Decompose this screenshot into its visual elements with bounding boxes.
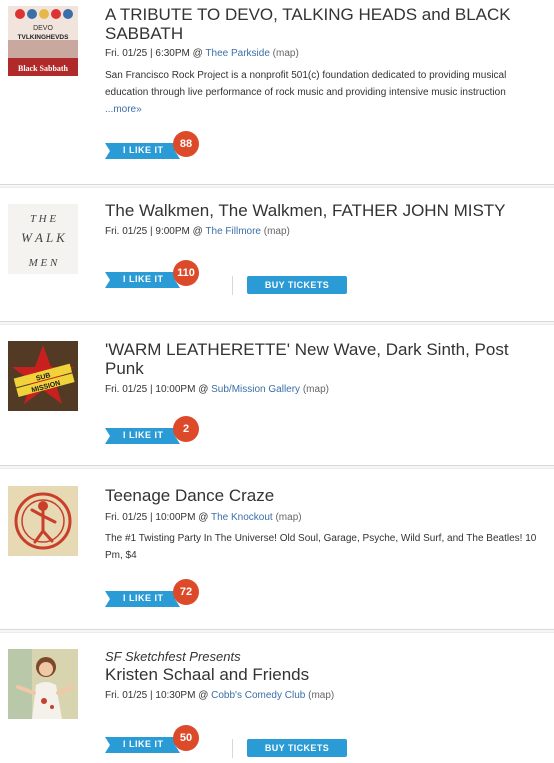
like-button[interactable]: I LIKE IT 72 <box>105 579 199 607</box>
event-item: SUB MISSION 'WARM LEATHERETTE' New Wave,… <box>0 325 554 465</box>
like-label: I LIKE IT <box>123 274 164 284</box>
svg-text:W A L K: W A L K <box>21 230 66 245</box>
event-description: The #1 Twisting Party In The Universe! O… <box>105 533 537 561</box>
buy-tickets-button[interactable]: BUY TICKETS <box>247 276 347 294</box>
event-thumbnail[interactable]: SUB MISSION <box>8 341 78 411</box>
like-label: I LIKE IT <box>123 145 164 155</box>
like-button[interactable]: I LIKE IT 2 <box>105 416 199 444</box>
event-date-venue: Fri. 01/25 | 10:00PM @ Sub/Mission Galle… <box>105 384 329 395</box>
dance-craze-poster-image <box>8 486 78 556</box>
like-label: I LIKE IT <box>123 430 164 440</box>
event-datetime: Fri. 01/25 | 6:30PM @ <box>105 48 203 59</box>
description-text: San Francisco Rock Project is a nonprofi… <box>105 70 507 98</box>
event-thumbnail[interactable]: DEVO TVLKINGHEVDS Black Sabbath <box>8 6 78 76</box>
divider <box>232 739 233 758</box>
like-count-badge: 50 <box>173 725 199 751</box>
like-label: I LIKE IT <box>123 593 164 603</box>
more-link[interactable]: ...more» <box>105 104 142 115</box>
like-count-badge: 2 <box>173 416 199 442</box>
event-datetime: Fri. 01/25 | 9:00PM @ <box>105 226 203 237</box>
like-count-badge: 72 <box>173 579 199 605</box>
event-presenter: SF Sketchfest Presents <box>105 649 241 664</box>
map-link[interactable]: (map) <box>273 48 299 59</box>
like-label: I LIKE IT <box>123 739 164 749</box>
walkmen-poster-image: T H E W A L K M E N <box>8 204 78 274</box>
event-title[interactable]: A TRIBUTE TO DEVO, TALKING HEADS and BLA… <box>105 5 545 43</box>
event-title[interactable]: Teenage Dance Craze <box>105 486 545 505</box>
like-count-badge: 110 <box>173 260 199 286</box>
venue-link[interactable]: The Knockout <box>211 512 273 523</box>
venue-link[interactable]: The Fillmore <box>205 226 261 237</box>
svg-text:Black Sabbath: Black Sabbath <box>18 64 69 73</box>
event-datetime: Fri. 01/25 | 10:00PM @ <box>105 512 209 523</box>
event-item: Teenage Dance Craze Fri. 01/25 | 10:00PM… <box>0 469 554 629</box>
event-date-venue: Fri. 01/25 | 9:00PM @ The Fillmore (map) <box>105 226 290 237</box>
event-thumbnail[interactable] <box>8 486 78 556</box>
map-link[interactable]: (map) <box>308 690 334 701</box>
event-title[interactable]: The Walkmen, The Walkmen, FATHER JOHN MI… <box>105 201 545 220</box>
event-thumbnail[interactable] <box>8 649 78 719</box>
venue-link[interactable]: Sub/Mission Gallery <box>211 384 300 395</box>
map-link[interactable]: (map) <box>275 512 301 523</box>
event-item: T H E W A L K M E N The Walkmen, The Wal… <box>0 188 554 322</box>
event-title[interactable]: 'WARM LEATHERETTE' New Wave, Dark Sinth,… <box>105 340 545 378</box>
like-button[interactable]: I LIKE IT 88 <box>105 131 199 159</box>
event-thumbnail[interactable]: T H E W A L K M E N <box>8 204 78 274</box>
svg-text:M E N: M E N <box>28 257 58 269</box>
event-description: San Francisco Rock Project is a nonprofi… <box>105 67 545 118</box>
devo-poster-image: DEVO TVLKINGHEVDS Black Sabbath <box>8 6 78 76</box>
venue-link[interactable]: Thee Parkside <box>205 48 269 59</box>
like-count-badge: 88 <box>173 131 199 157</box>
event-date-venue: Fri. 01/25 | 10:30PM @ Cobb's Comedy Clu… <box>105 690 334 701</box>
svg-text:TVLKINGHEVDS: TVLKINGHEVDS <box>18 34 70 41</box>
svg-text:DEVO: DEVO <box>33 25 53 32</box>
divider <box>232 276 233 295</box>
event-datetime: Fri. 01/25 | 10:00PM @ <box>105 384 209 395</box>
like-button[interactable]: I LIKE IT 50 <box>105 725 199 753</box>
event-item: SF Sketchfest Presents Kristen Schaal an… <box>0 633 554 763</box>
map-link[interactable]: (map) <box>264 226 290 237</box>
submission-poster-image: SUB MISSION <box>8 341 78 411</box>
svg-text:T H E: T H E <box>30 213 56 225</box>
event-item: DEVO TVLKINGHEVDS Black Sabbath A TRIBUT… <box>0 0 554 184</box>
kristen-schaal-photo-image <box>8 649 78 719</box>
event-datetime: Fri. 01/25 | 10:30PM @ <box>105 690 209 701</box>
event-title[interactable]: Kristen Schaal and Friends <box>105 665 545 684</box>
like-button[interactable]: I LIKE IT 110 <box>105 260 199 288</box>
venue-link[interactable]: Cobb's Comedy Club <box>211 690 305 701</box>
event-date-venue: Fri. 01/25 | 6:30PM @ Thee Parkside (map… <box>105 48 299 59</box>
map-link[interactable]: (map) <box>303 384 329 395</box>
buy-tickets-button[interactable]: BUY TICKETS <box>247 739 347 757</box>
event-date-venue: Fri. 01/25 | 10:00PM @ The Knockout (map… <box>105 512 302 523</box>
